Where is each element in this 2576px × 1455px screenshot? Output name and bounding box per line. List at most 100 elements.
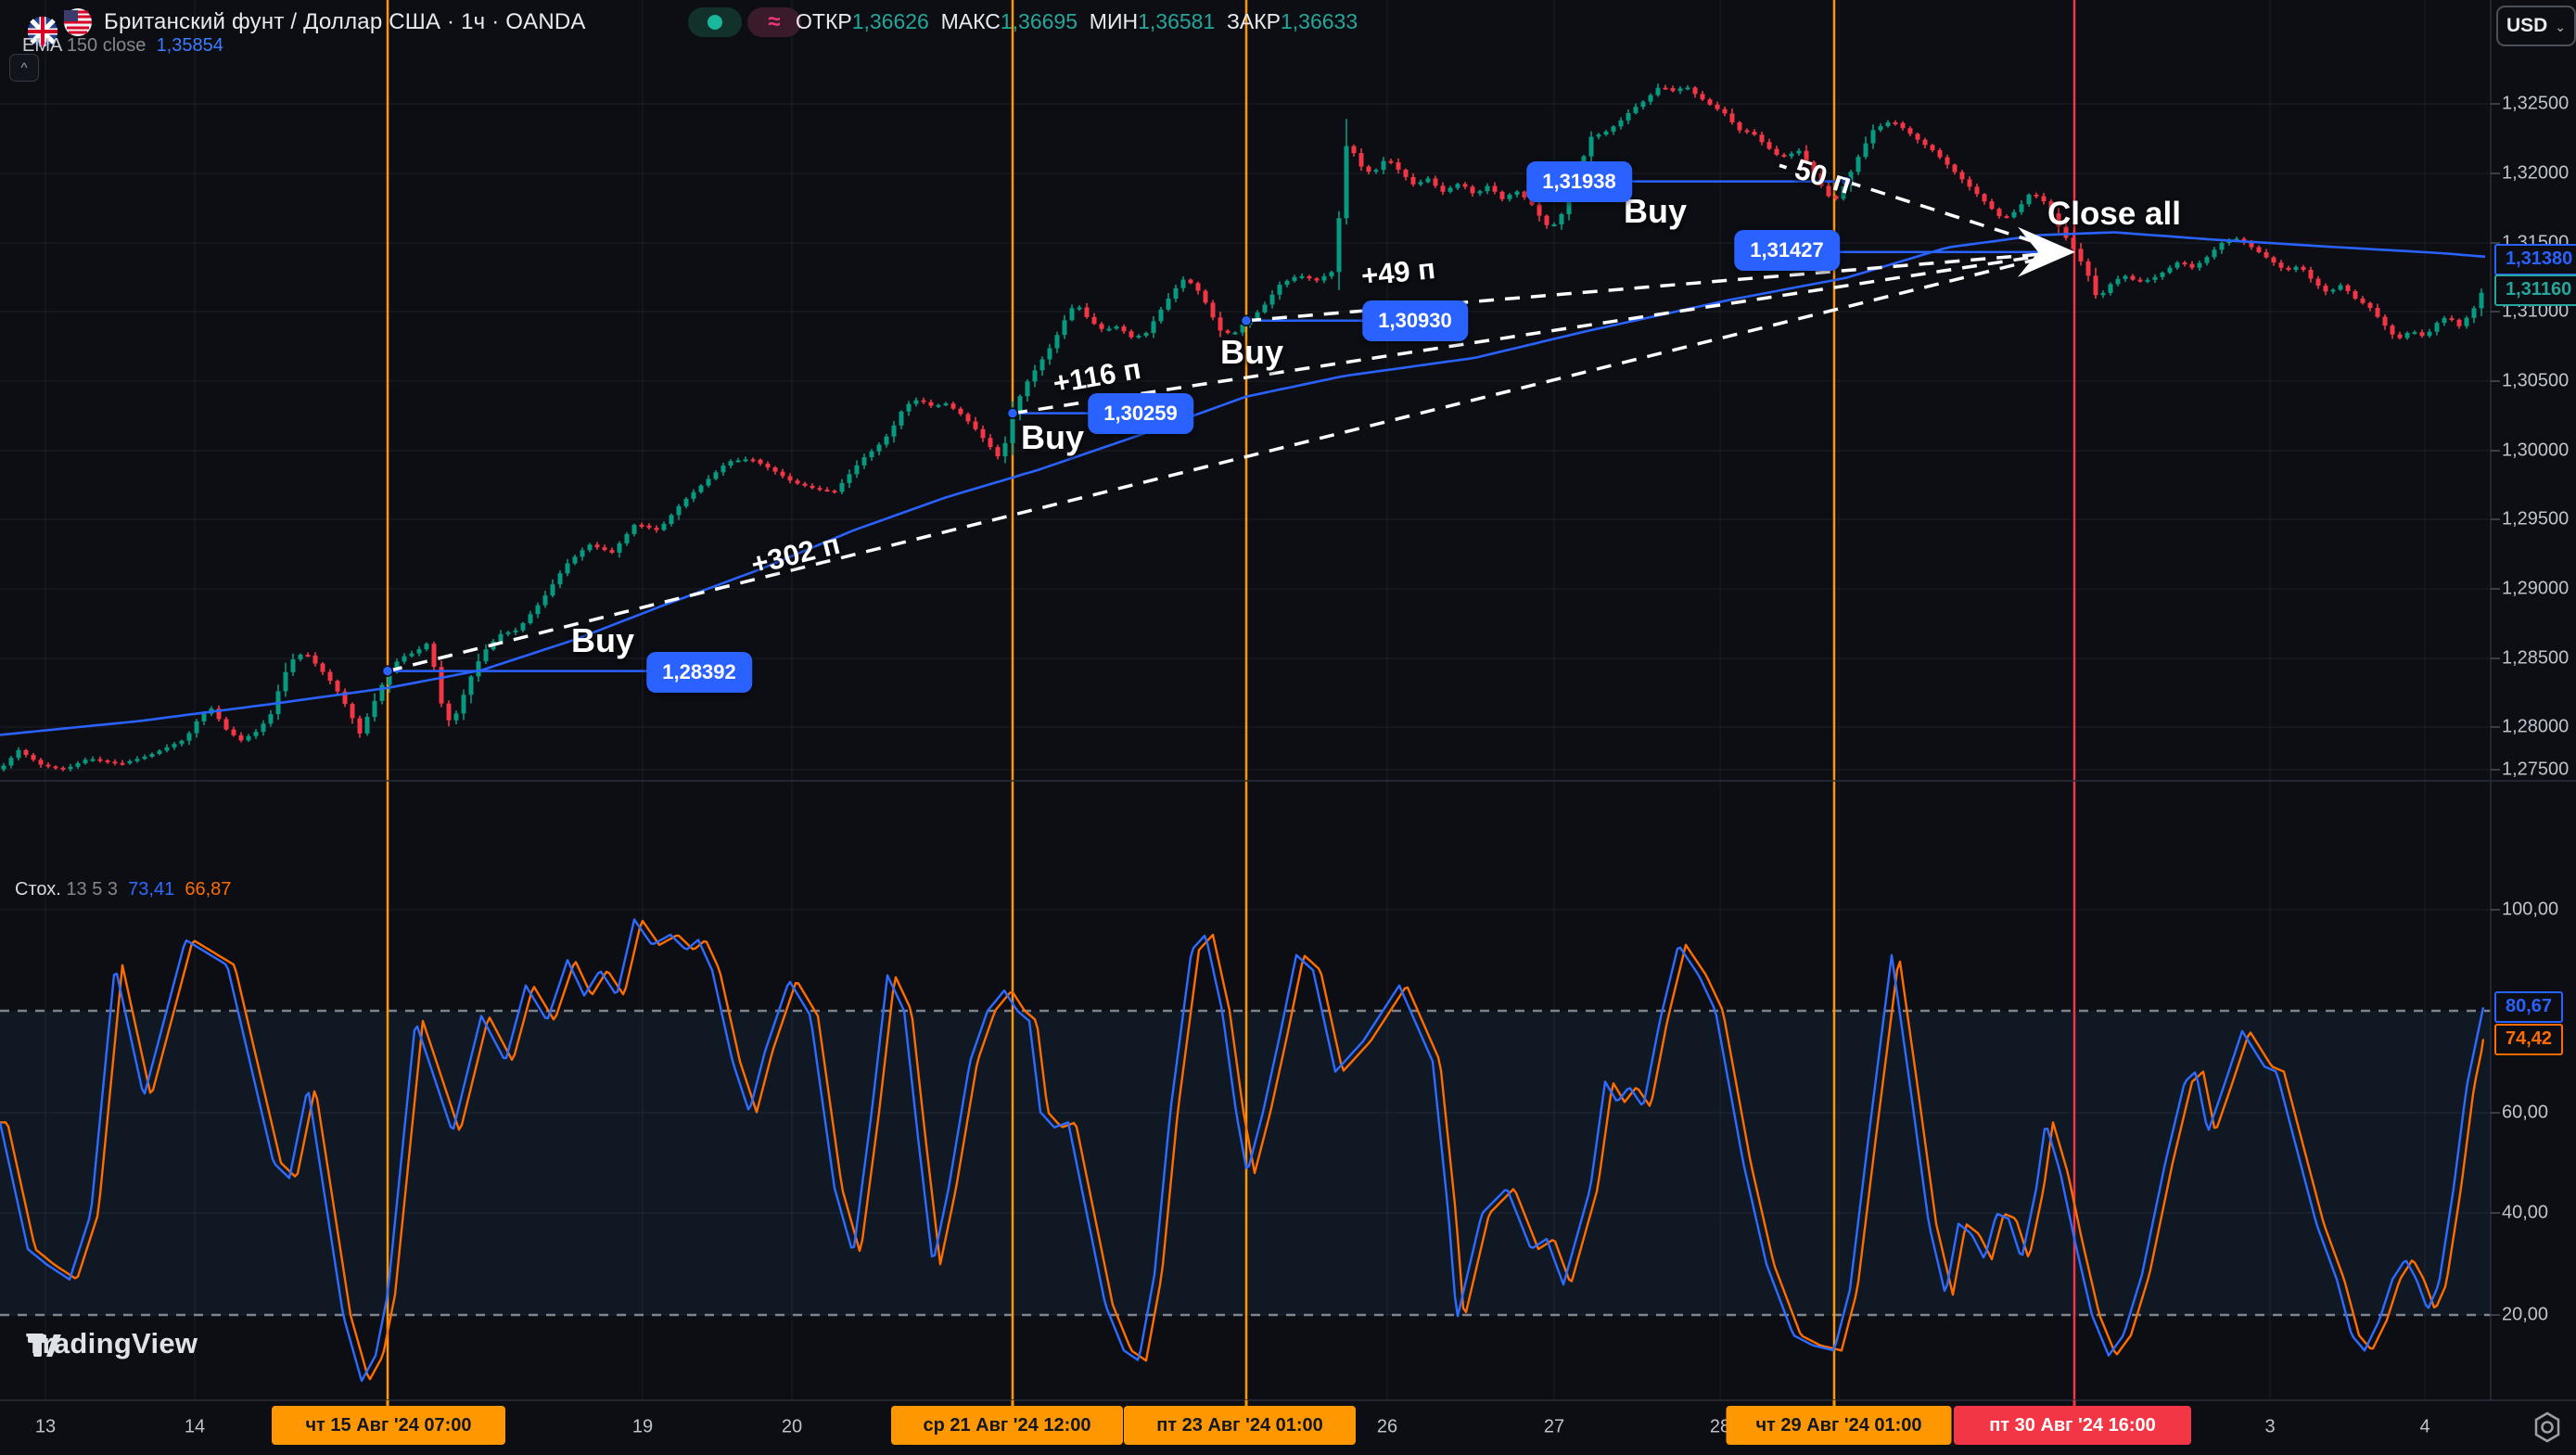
candle-body — [1382, 161, 1386, 171]
candle-body — [996, 447, 1001, 456]
price-flag-label[interactable]: 1,31427 — [1734, 230, 1840, 271]
candle-body — [862, 457, 867, 466]
close-all-annotation[interactable]: Close all — [2047, 196, 2181, 233]
currency-label: USD — [2506, 15, 2547, 37]
buy-annotation[interactable]: Buy — [1021, 418, 1084, 457]
price-flag-label[interactable]: 1,30259 — [1088, 393, 1193, 434]
price-flag-label[interactable]: 1,31938 — [1526, 161, 1632, 202]
candle-body — [1070, 308, 1075, 320]
candle-body — [1345, 147, 1349, 219]
symbol-title[interactable]: Британский фунт / Доллар США · 1ч · OAND… — [104, 9, 586, 35]
chevron-down-icon: ⌄ — [2555, 19, 2566, 35]
candle-body — [1634, 107, 1639, 113]
stoch-axis-tick: 20,00 — [2502, 1305, 2548, 1326]
candle-body — [39, 759, 44, 764]
candle-body — [121, 763, 125, 765]
market-status-pill[interactable] — [688, 7, 742, 37]
candle-body — [1537, 205, 1542, 216]
trade-path-dashed-line[interactable] — [1013, 252, 2066, 414]
stoch-name: Стох. — [15, 879, 61, 900]
time-axis-tick: 13 — [35, 1417, 56, 1438]
ema-line[interactable] — [0, 233, 2485, 735]
time-axis-event-badge[interactable]: чт 29 Авг '24 01:00 — [1727, 1406, 1952, 1445]
entry-dot[interactable] — [1242, 315, 1252, 325]
candle-body — [462, 695, 466, 713]
candle-body — [1552, 224, 1557, 226]
candle-body — [625, 534, 630, 543]
candle-body — [647, 526, 652, 528]
candle-body — [981, 429, 986, 439]
candle-body — [2175, 262, 2180, 268]
candle-body — [2131, 276, 2136, 280]
candle-body — [1174, 288, 1179, 299]
candle-body — [9, 758, 14, 765]
stoch-axis-k-pill[interactable]: 80,67 — [2494, 991, 2563, 1023]
candle-body — [595, 544, 600, 547]
stoch-legend[interactable]: Стох. 13 5 3 73,41 66,87 — [15, 879, 231, 900]
candle-body — [2331, 289, 2336, 291]
delayed-data-pill[interactable]: ≈ — [747, 7, 801, 37]
candle-body — [2168, 268, 2173, 273]
price-flag-label[interactable]: 1,30930 — [1362, 300, 1468, 341]
candle-body — [1107, 328, 1112, 330]
stoch-params: 13 5 3 — [66, 879, 118, 900]
candle-body — [922, 401, 926, 402]
tradingview-logo[interactable]: TradingView — [26, 1327, 198, 1360]
stoch-axis-tick: 60,00 — [2502, 1103, 2548, 1124]
candle-body — [1189, 280, 1193, 284]
candle-body — [988, 438, 993, 447]
time-axis-event-badge[interactable]: чт 15 Авг '24 07:00 — [272, 1406, 505, 1445]
time-axis-event-badge[interactable]: пт 23 Авг '24 01:00 — [1124, 1406, 1356, 1445]
collapse-pane-button[interactable]: ^ — [9, 54, 39, 82]
candle-body — [135, 759, 140, 760]
currency-unit-button[interactable]: USD ⌄ — [2496, 6, 2576, 46]
entry-dot[interactable] — [383, 666, 393, 676]
candle-body — [306, 655, 311, 657]
candle-body — [2428, 332, 2432, 336]
approx-icon: ≈ — [768, 9, 780, 35]
ema-legend[interactable]: EMA 150 close 1,35854 — [22, 35, 223, 57]
price-axis-tick: 1,27500 — [2502, 759, 2569, 781]
candle-body — [529, 614, 533, 623]
candle-body — [1092, 317, 1097, 324]
candle-body — [1886, 122, 1891, 126]
stoch-d-value: 66,87 — [185, 879, 231, 900]
candle-body — [566, 564, 570, 574]
candle-body — [1960, 172, 1965, 179]
price-flag-label[interactable]: 1,28392 — [646, 652, 752, 693]
chart-canvas[interactable] — [0, 0, 2576, 1455]
time-axis-event-badge[interactable]: пт 30 Авг '24 16:00 — [1954, 1406, 2191, 1445]
candle-body — [677, 506, 682, 516]
buy-annotation[interactable]: Buy — [1220, 333, 1283, 372]
candle-body — [1493, 186, 1498, 192]
candle-body — [1686, 87, 1690, 89]
candle-body — [2272, 258, 2276, 263]
buy-annotation[interactable]: Buy — [1624, 192, 1687, 231]
stoch-axis-d-pill[interactable]: 74,42 — [2494, 1024, 2563, 1055]
entry-dot[interactable] — [1008, 408, 1018, 418]
candle-body — [1908, 128, 1913, 134]
candle-body — [1456, 184, 1460, 187]
candle-body — [1604, 132, 1609, 134]
time-axis-event-badge[interactable]: ср 21 Авг '24 12:00 — [891, 1406, 1123, 1445]
candle-body — [810, 486, 815, 488]
candle-body — [2153, 277, 2158, 280]
candle-body — [699, 486, 704, 492]
low-value: 1,36581 — [1138, 9, 1215, 33]
price-axis-ema-pill[interactable]: 1,31380 — [2494, 244, 2576, 275]
candle-body — [447, 704, 452, 721]
candle-body — [1374, 170, 1379, 172]
trade-path-dashed-line[interactable] — [388, 252, 2066, 671]
time-axis-tick: 20 — [782, 1417, 802, 1438]
candle-body — [69, 767, 73, 770]
candle-body — [2450, 318, 2455, 320]
candle-body — [1426, 178, 1431, 182]
price-axis-last-price-pill[interactable]: 1,31160 — [2494, 274, 2576, 306]
candle-body — [2361, 299, 2366, 303]
low-label: МИН — [1090, 9, 1138, 33]
candle-body — [1419, 182, 1423, 184]
buy-annotation[interactable]: Buy — [571, 621, 634, 660]
candle-body — [1664, 88, 1668, 90]
candle-body — [1204, 291, 1208, 303]
candle-body — [1256, 313, 1260, 318]
